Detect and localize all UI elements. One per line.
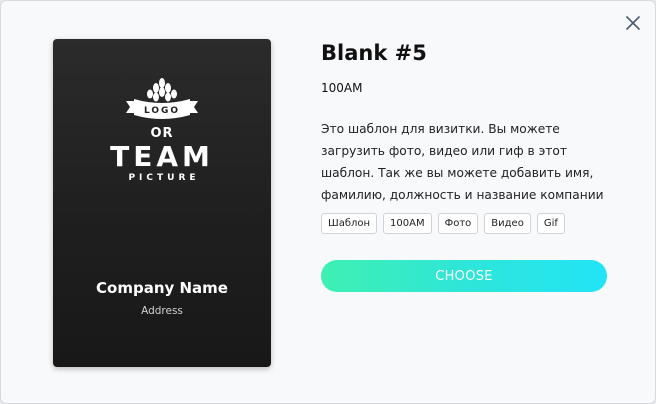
tag-photo[interactable]: Фото (437, 213, 479, 234)
company-address: Address (141, 305, 183, 317)
tag-100am[interactable]: 100AM (383, 213, 432, 234)
close-button[interactable] (623, 13, 643, 33)
logo-picture-text: PICTURE (128, 173, 200, 183)
template-modal: LOGO OR TEAM PICTURE Company Name Addres… (0, 0, 656, 404)
choose-button[interactable]: CHOOSE (321, 260, 607, 292)
wheat-logo-emblem: LOGO (126, 78, 198, 119)
company-name: Company Name (96, 279, 228, 297)
tag-template[interactable]: Шаблон (321, 213, 378, 234)
tag-list: Шаблон 100AM Фото Видео Gif (321, 213, 565, 234)
template-description: Это шаблон для визитки. Вы можете загруз… (321, 122, 604, 202)
logo-or-text: OR (150, 126, 174, 141)
close-icon (626, 16, 640, 30)
business-card-preview: LOGO OR TEAM PICTURE Company Name Addres… (53, 39, 271, 367)
logo-placeholder: LOGO OR TEAM PICTURE (53, 77, 271, 184)
logo-team-text: TEAM (110, 140, 214, 173)
tag-gif[interactable]: Gif (536, 213, 565, 234)
template-author: 100AM (321, 81, 363, 95)
logo-emblem-text: LOGO (144, 106, 180, 116)
template-title: Blank #5 (321, 41, 427, 65)
tag-video[interactable]: Видео (484, 213, 531, 234)
